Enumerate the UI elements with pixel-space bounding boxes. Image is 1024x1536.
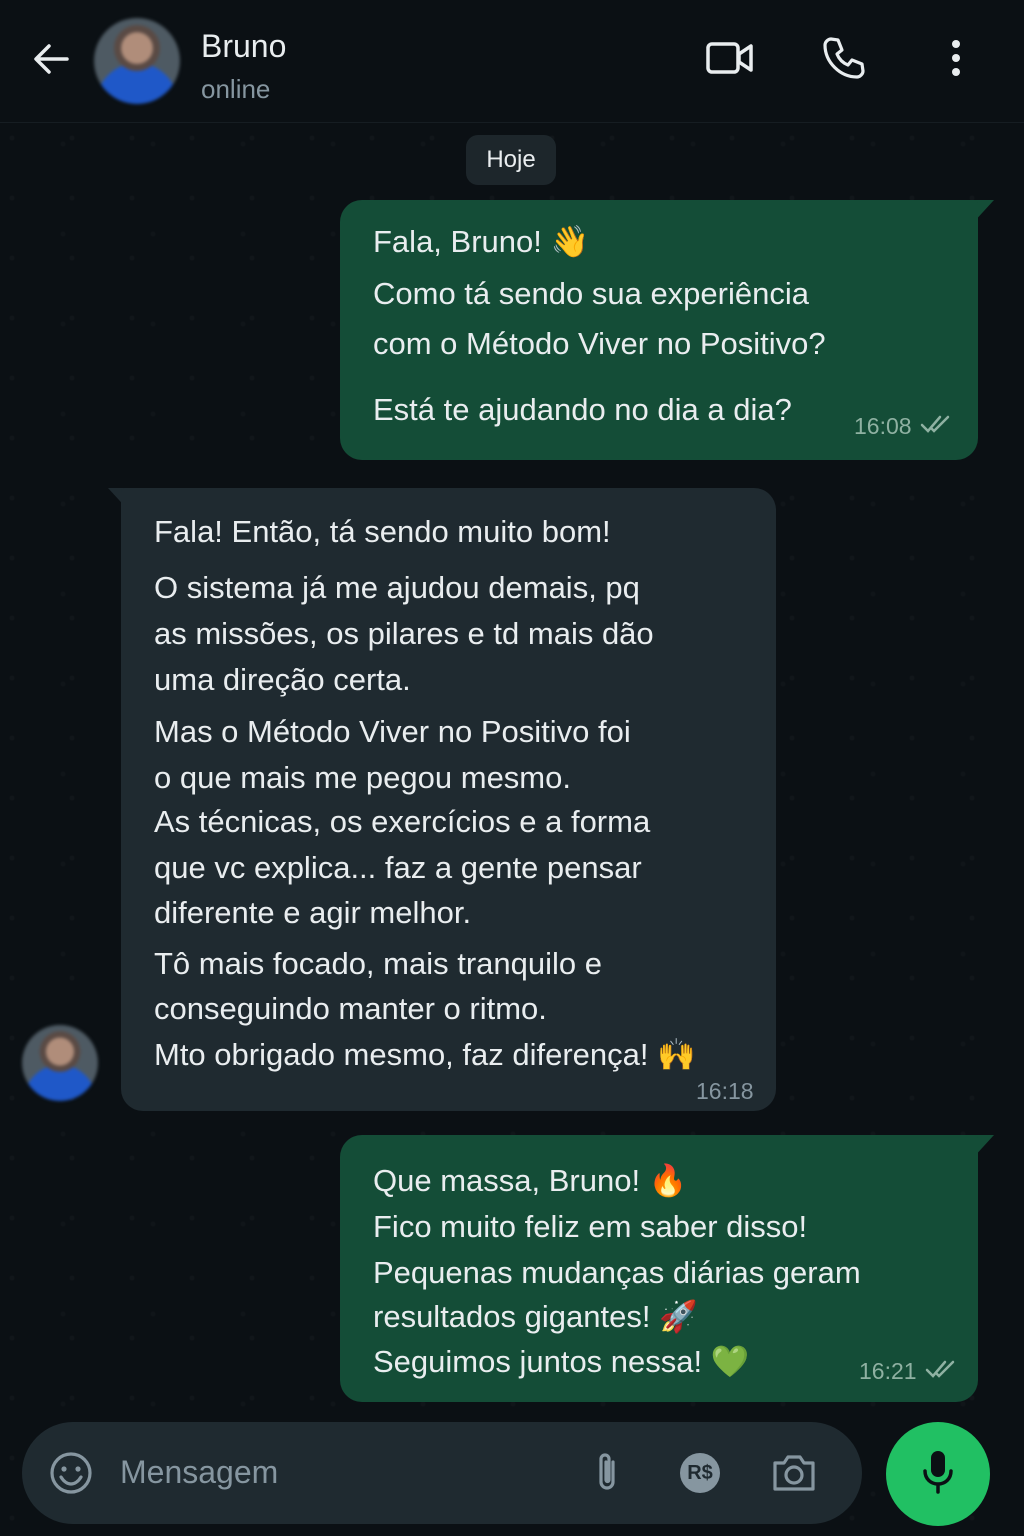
message-line: conseguindo manter o ritmo. <box>154 991 547 1026</box>
message-line: Seguimos juntos nessa! 💚 <box>373 1344 750 1379</box>
contact-avatar[interactable] <box>94 18 180 104</box>
message-line: Que massa, Bruno! 🔥 <box>373 1163 688 1198</box>
phone-icon[interactable] <box>818 34 870 82</box>
message-line: diferente e agir melhor. <box>154 895 472 930</box>
more-vertical-icon[interactable] <box>930 34 982 82</box>
message-line: Tô mais focado, mais tranquilo e <box>154 946 602 981</box>
emoji-icon[interactable] <box>46 1448 96 1498</box>
payment-icon[interactable]: R$ <box>675 1448 725 1498</box>
message-meta: 16:21 <box>859 1355 957 1388</box>
outgoing-message[interactable]: Fala, Bruno! 👋 Como tá sendo sua experiê… <box>340 200 978 460</box>
message-line: Fico muito feliz em saber disso! <box>373 1209 808 1244</box>
message-line: que vc explica... faz a gente pensar <box>154 850 642 885</box>
message-composer: Mensagem R$ <box>22 1422 862 1524</box>
double-check-icon <box>920 410 952 443</box>
camera-icon[interactable] <box>769 1448 819 1498</box>
message-line: Fala, Bruno! 👋 <box>373 224 590 259</box>
message-time: 16:21 <box>859 1358 917 1384</box>
attachment-icon[interactable] <box>582 1448 632 1498</box>
video-call-icon[interactable] <box>704 34 756 82</box>
chat-header: Bruno online <box>0 0 1024 123</box>
message-meta: 16:08 <box>854 410 952 443</box>
contact-avatar-small[interactable] <box>22 1025 98 1101</box>
microphone-icon <box>921 1449 955 1500</box>
message-time: 16:08 <box>854 413 912 439</box>
message-input[interactable]: Mensagem <box>120 1454 278 1491</box>
microphone-button[interactable] <box>886 1422 990 1526</box>
message-line: As técnicas, os exercícios e a forma <box>154 804 651 839</box>
message-line: Está te ajudando no dia a dia? <box>373 392 792 427</box>
back-arrow-icon[interactable] <box>26 34 76 84</box>
payment-label: R$ <box>687 1461 713 1484</box>
message-line: Fala! Então, tá sendo muito bom! <box>154 514 611 549</box>
message-line: com o Método Viver no Positivo? <box>373 326 826 361</box>
date-separator: Hoje <box>466 135 556 185</box>
message-line: uma direção certa. <box>154 662 411 697</box>
double-check-icon <box>925 1355 957 1388</box>
message-line: Como tá sendo sua experiência <box>373 276 809 311</box>
message-line: Pequenas mudanças diárias geram <box>373 1255 861 1290</box>
message-line: o que mais me pegou mesmo. <box>154 760 571 795</box>
outgoing-message[interactable]: Que massa, Bruno! 🔥 Fico muito feliz em … <box>340 1135 978 1402</box>
message-time: 16:18 <box>696 1078 754 1104</box>
message-line: Mas o Método Viver no Positivo foi <box>154 714 631 749</box>
message-line: Mto obrigado mesmo, faz diferença! 🙌 <box>154 1037 696 1072</box>
message-line: resultados gigantes! 🚀 <box>373 1299 698 1334</box>
contact-name[interactable]: Bruno <box>201 28 286 65</box>
message-line: as missões, os pilares e td mais dão <box>154 616 654 651</box>
contact-status: online <box>201 74 271 104</box>
message-line: O sistema já me ajudou demais, pq <box>154 570 640 605</box>
incoming-message[interactable]: Fala! Então, tá sendo muito bom! O siste… <box>121 488 776 1111</box>
